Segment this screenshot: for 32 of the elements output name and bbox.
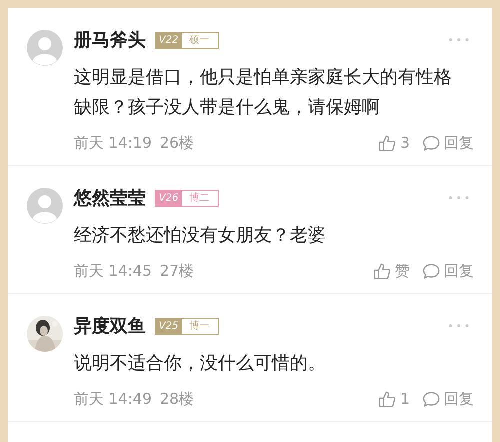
thumbs-up-icon	[378, 134, 398, 152]
reply-button[interactable]: 回复	[422, 262, 474, 280]
user-name[interactable]: 册马斧头	[74, 28, 146, 52]
like-button[interactable]: 1	[378, 390, 410, 408]
comment-icon	[422, 390, 441, 408]
user-name[interactable]: 异度双鱼	[74, 314, 146, 338]
reply-button[interactable]: 回复	[422, 134, 474, 152]
floor-number: 28楼	[160, 390, 194, 408]
more-icon[interactable]	[448, 195, 470, 201]
like-button[interactable]: 赞	[373, 262, 410, 280]
reply-button[interactable]: 回复	[422, 390, 474, 408]
floor-number: 27楼	[160, 262, 194, 280]
comment-text: 说明不适合你，没什么可惜的。	[74, 352, 327, 376]
more-icon[interactable]	[448, 323, 470, 329]
floor-number: 26楼	[160, 134, 194, 152]
avatar-icon[interactable]	[27, 30, 63, 66]
comment-text: 经济不愁还怕没有女朋友？老婆	[74, 224, 327, 248]
like-button[interactable]: 3	[378, 134, 410, 152]
thumbs-up-icon	[373, 262, 392, 280]
post-time: 前天 14:45	[74, 262, 152, 280]
user-name[interactable]: 悠然莹莹	[74, 186, 146, 210]
comment-text: 这明显是借口，他只是怕单亲家庭长大的有性格缺限？孩子没人带是什么鬼，请保姆啊	[74, 66, 453, 120]
level-badge: V26 博二	[155, 190, 219, 206]
comment-icon	[422, 262, 441, 280]
more-icon[interactable]	[448, 37, 470, 43]
thumbs-up-icon	[378, 390, 398, 408]
level-badge: V25 博一	[155, 318, 219, 334]
comment-icon	[422, 134, 441, 152]
post-time: 前天 14:19	[74, 134, 152, 152]
level-badge: V22 硕一	[155, 32, 219, 48]
post-time: 前天 14:49	[74, 390, 152, 408]
avatar-icon[interactable]	[27, 188, 63, 224]
